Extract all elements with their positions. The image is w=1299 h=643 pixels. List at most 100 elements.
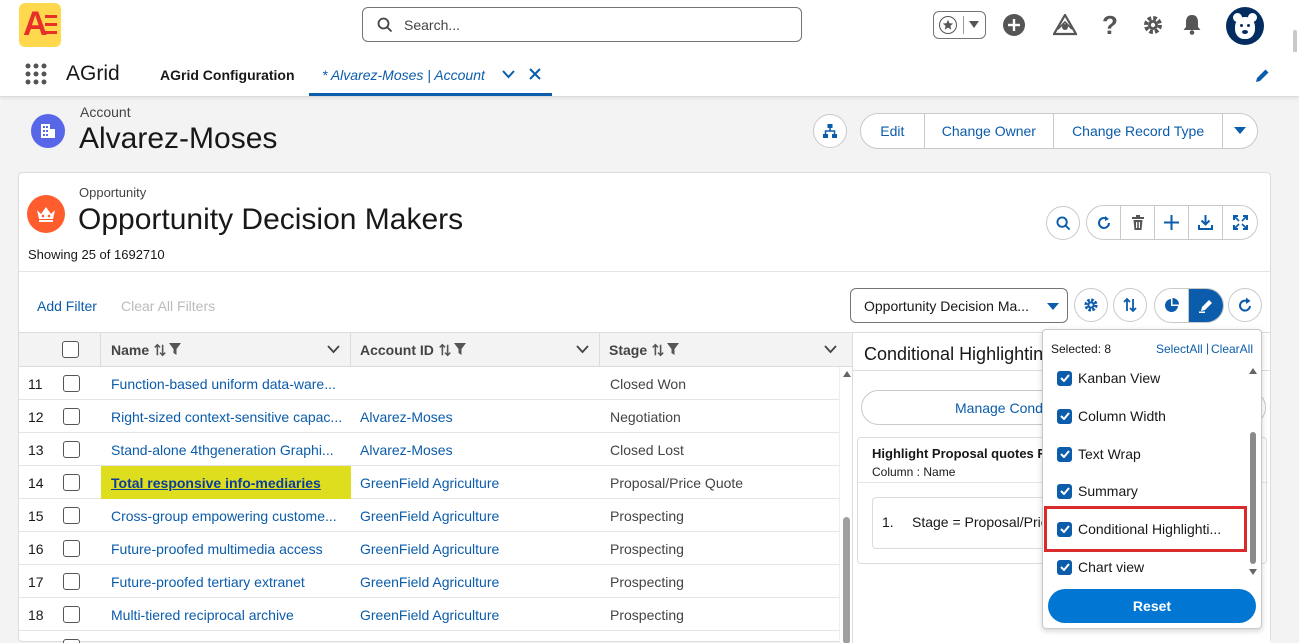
app-logo[interactable]: A [19,3,61,47]
option-chart-view[interactable]: Chart view [1043,550,1243,584]
option-kanban-view[interactable]: Kanban View [1043,361,1243,395]
row-checkbox[interactable] [63,507,80,524]
help-icon[interactable]: ? [1102,10,1118,41]
setup-gear-icon[interactable] [1142,14,1164,36]
scroll-up-icon[interactable] [843,371,851,377]
account-link[interactable]: GreenField Agriculture [360,499,595,532]
chart-button[interactable] [1155,289,1190,322]
opportunity-name-link[interactable]: Future-proofed multimedia access [111,532,351,565]
account-link[interactable] [360,367,595,400]
change-owner-button[interactable]: Change Owner [925,114,1055,148]
checkbox-checked[interactable] [1057,559,1072,575]
sort-icon[interactable] [153,343,167,357]
chevron-down-icon[interactable] [327,345,340,354]
scroll-up-icon[interactable] [1249,368,1257,374]
add-filter-link[interactable]: Add Filter [37,298,97,314]
search-records-button[interactable] [1046,206,1080,240]
table-row[interactable]: 18 Multi-tiered reciprocal archive GreenFi… [19,598,839,631]
row-checkbox[interactable] [63,639,80,643]
row-checkbox[interactable] [63,540,80,557]
sort-button[interactable] [1113,288,1147,322]
account-link[interactable]: GreenField Agriculture [360,532,595,565]
account-link[interactable]: Alvarez-Moses [360,400,595,433]
row-checkbox[interactable] [63,441,80,458]
sort-icon[interactable] [438,343,452,357]
opportunity-name-link[interactable]: Reactive bifurcated groupware [111,631,351,643]
more-actions-button[interactable] [1223,114,1257,148]
add-icon[interactable] [1003,14,1025,36]
checkbox-checked[interactable] [1057,446,1072,462]
opportunity-name-link[interactable]: Right-sized context-sensitive capac... [111,400,351,433]
favorites-button[interactable] [933,11,986,39]
table-row[interactable]: 13 Stand-alone 4thgeneration Graphi... Alv… [19,433,839,466]
row-checkbox[interactable] [63,606,80,623]
account-link[interactable]: GreenField Agriculture [360,565,595,598]
row-checkbox[interactable] [63,573,80,590]
column-header-name[interactable]: Name [101,333,351,366]
scrollbar-thumb[interactable] [843,517,850,643]
select-all-checkbox[interactable] [62,341,79,358]
app-launcher-icon[interactable] [24,62,48,86]
table-row[interactable]: 15 Cross-group empowering custome... Green… [19,499,839,532]
close-icon[interactable] [529,68,541,80]
scroll-down-icon[interactable] [1249,569,1257,575]
chevron-down-icon[interactable] [824,345,837,354]
highlight-button[interactable] [1189,289,1223,322]
clear-all-link[interactable]: ClearAll [1211,342,1253,356]
clear-all-filters-link[interactable]: Clear All Filters [121,298,215,314]
select-all-link[interactable]: SelectAll [1156,342,1203,356]
refresh-button[interactable] [1087,206,1121,239]
dropdown-scrollbar[interactable] [1248,366,1258,578]
scrollbar-thumb[interactable] [1250,432,1256,564]
user-avatar[interactable] [1226,7,1264,45]
notifications-bell-icon[interactable] [1182,13,1202,35]
checkbox-checked[interactable] [1057,408,1072,424]
table-row[interactable]: 11 Function-based uniform data-ware... Clo… [19,367,839,400]
opportunity-name-link[interactable]: Cross-group empowering custome... [111,499,351,532]
filter-icon[interactable] [667,343,680,356]
row-checkbox[interactable] [63,408,80,425]
export-button[interactable] [1189,206,1223,239]
column-header-account-id[interactable]: Account ID [351,333,600,366]
filter-icon[interactable] [453,343,466,356]
opportunity-name-link[interactable]: Total responsive info-mediaries [101,466,351,499]
opportunity-name-link[interactable]: Multi-tiered reciprocal archive [111,598,351,631]
opportunity-name-link[interactable]: Stand-alone 4thgeneration Graphi... [111,433,351,466]
option-text-wrap[interactable]: Text Wrap [1043,437,1243,471]
table-row[interactable]: 17 Future-proofed tertiary extranet GreenF… [19,565,839,598]
column-header-stage[interactable]: Stage [600,333,853,366]
delete-button[interactable] [1121,206,1155,239]
table-row[interactable]: 19 Reactive bifurcated groupware Alvarez-M… [19,631,839,643]
change-record-type-button[interactable]: Change Record Type [1054,114,1224,148]
row-checkbox[interactable] [63,474,80,491]
table-row[interactable]: 14 Total responsive info-mediaries GreenFi… [19,466,839,499]
edit-nav-pencil-icon[interactable] [1255,68,1270,83]
hierarchy-button[interactable] [813,114,847,148]
fullscreen-button[interactable] [1223,206,1257,239]
opportunity-name-link[interactable]: Future-proofed tertiary extranet [111,565,351,598]
share-button[interactable] [1228,288,1262,322]
trailhead-icon[interactable] [1053,14,1077,36]
opportunity-name-link[interactable]: Function-based uniform data-ware... [111,367,351,400]
table-row[interactable]: 16 Future-proofed multimedia access GreenF… [19,532,839,565]
account-link[interactable]: Alvarez-Moses [360,433,595,466]
grid-scrollbar[interactable] [839,367,853,643]
chevron-down-icon[interactable] [576,345,589,354]
checkbox-checked[interactable] [1057,483,1072,499]
account-link[interactable]: Alvarez-Moses [360,631,595,643]
sort-icon[interactable] [651,343,665,357]
edit-button[interactable]: Edit [861,114,925,148]
chevron-down-icon[interactable] [502,70,515,79]
settings-button[interactable] [1074,288,1108,322]
account-link[interactable]: GreenField Agriculture [360,466,595,499]
option-column-width[interactable]: Column Width [1043,399,1243,433]
row-checkbox[interactable] [63,375,80,392]
option-summary[interactable]: Summary [1043,474,1243,508]
view-select[interactable]: Opportunity Decision Ma... [850,288,1068,323]
new-record-button[interactable] [1155,206,1189,239]
tab-alvarez-moses-account[interactable]: * Alvarez-Moses | Account [309,52,552,96]
account-link[interactable]: GreenField Agriculture [360,598,595,631]
table-row[interactable]: 12 Right-sized context-sensitive capac...… [19,400,839,433]
search-input[interactable]: Search... [404,17,460,33]
filter-icon[interactable] [169,343,182,356]
